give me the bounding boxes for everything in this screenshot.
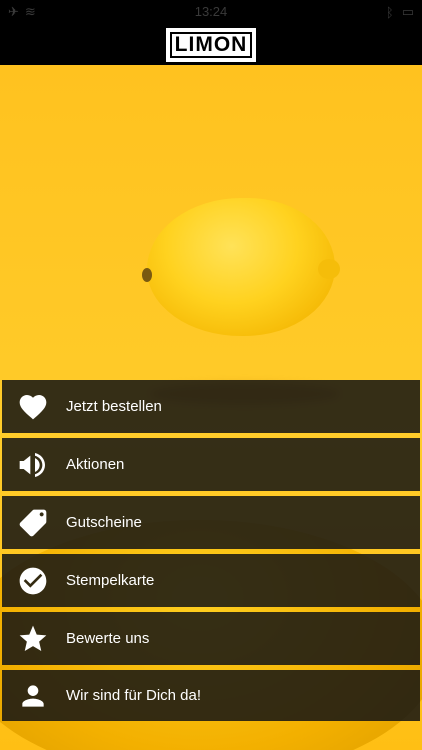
menu-label: Aktionen — [66, 456, 125, 473]
menu-item-order[interactable]: Jetzt bestellen — [2, 380, 420, 433]
menu-label: Jetzt bestellen — [66, 398, 162, 415]
status-bar: ✈ ≋ 13:24 ᛒ ▭ — [0, 0, 422, 24]
user-icon — [16, 679, 50, 713]
logo: LIMON — [165, 27, 257, 62]
menu-label: Stempelkarte — [66, 572, 155, 589]
menu-item-rate-us[interactable]: Bewerte uns — [2, 612, 420, 665]
check-circle-icon — [16, 564, 50, 598]
menu-label: Wir sind für Dich da! — [66, 687, 202, 704]
main-menu: Jetzt bestellen Aktionen Gutscheine Stem… — [0, 380, 422, 721]
menu-item-contact[interactable]: Wir sind für Dich da! — [2, 670, 420, 721]
lemon-tip — [318, 259, 340, 279]
star-icon — [16, 622, 50, 656]
menu-item-vouchers[interactable]: Gutscheine — [2, 496, 420, 549]
lemon-stem — [142, 268, 152, 282]
menu-item-promotions[interactable]: Aktionen — [2, 438, 420, 491]
menu-label: Bewerte uns — [66, 630, 150, 647]
status-time: 13:24 — [194, 4, 228, 19]
heart-icon — [16, 390, 50, 424]
menu-label: Gutscheine — [66, 514, 142, 531]
lemon-image — [147, 198, 335, 336]
megaphone-icon — [16, 448, 50, 482]
tag-icon — [16, 506, 50, 540]
app-header: LIMON — [0, 24, 422, 65]
menu-item-stamp-card[interactable]: Stempelkarte — [2, 554, 420, 607]
